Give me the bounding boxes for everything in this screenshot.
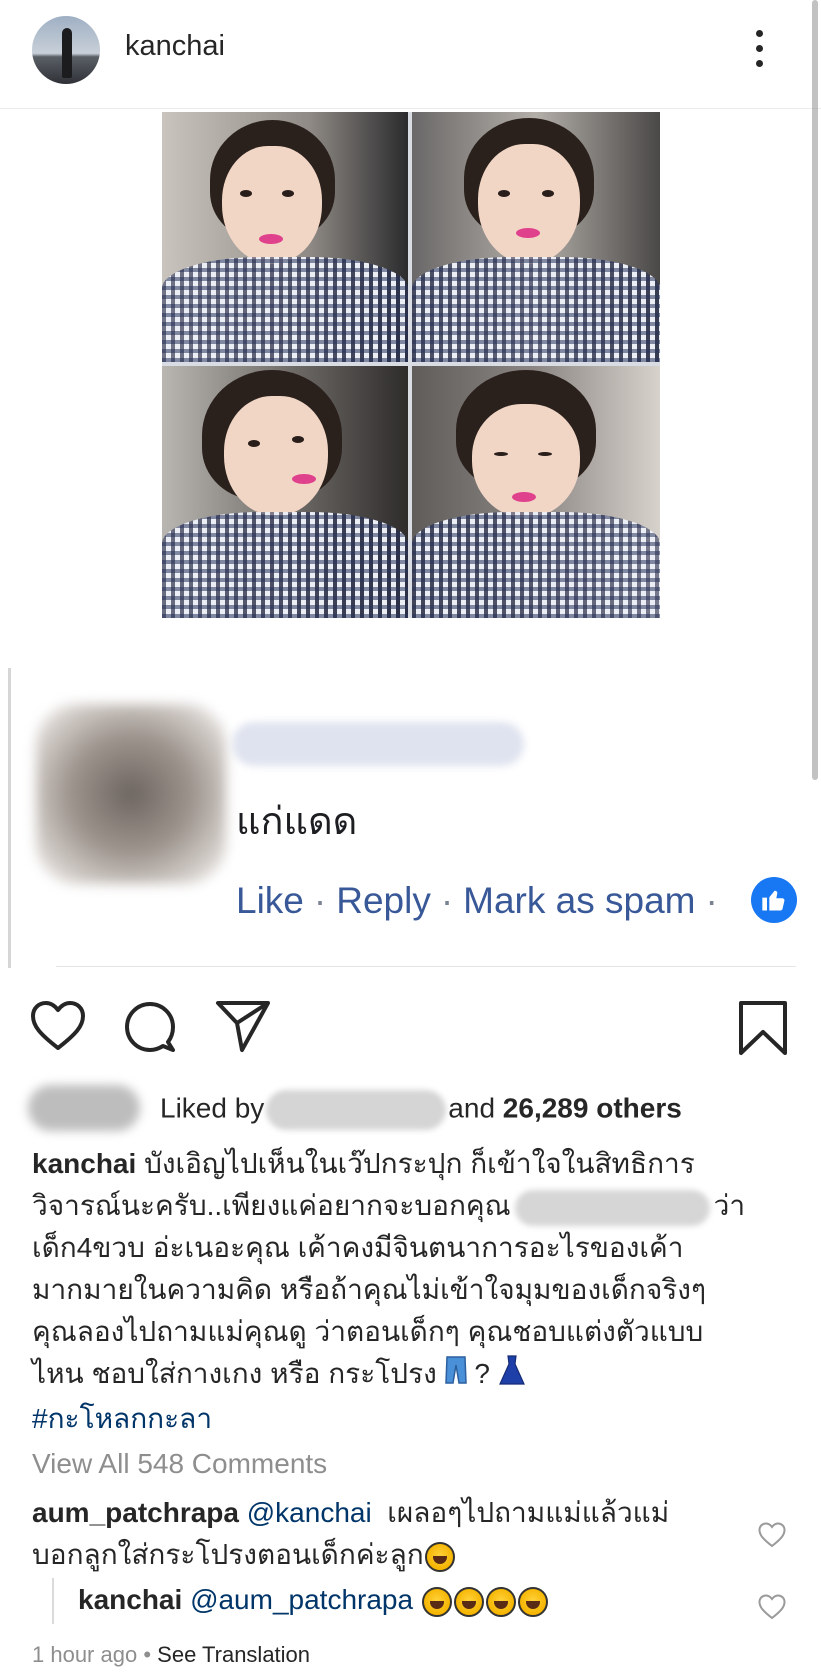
like-thumb-icon — [751, 877, 797, 923]
fb-comment-actions: Like · Reply · Mark as spam · — [236, 880, 718, 921]
hashtag-link[interactable]: #กะโหลกกะลา — [32, 1403, 212, 1434]
comment-text: บอกลูกใส่กระโปรงตอนเด็กค่ะลูก — [32, 1539, 424, 1570]
fb-spam-link: Mark as spam — [463, 880, 696, 921]
likes-count[interactable]: 26,289 others — [503, 1092, 682, 1123]
see-translation-link[interactable]: See Translation — [157, 1642, 310, 1667]
caption-username[interactable]: kanchai — [32, 1148, 136, 1179]
comment-like-heart-icon[interactable] — [758, 1594, 786, 1625]
laughing-emoji — [424, 1541, 455, 1572]
comment-username[interactable]: kanchai — [78, 1584, 182, 1615]
likes-connector: and — [448, 1092, 496, 1124]
likes-summary[interactable]: Liked by and 26,289 others — [160, 1090, 682, 1130]
scrollbar[interactable] — [812, 0, 818, 780]
comment-text: เผลอๆไปถามแม่แล้วแม่ — [387, 1497, 670, 1528]
blurred-avatar — [36, 704, 226, 884]
post-caption: kanchai บังเอิญไปเห็นในเว๊ปกระปุก ก็เข้า… — [32, 1143, 792, 1440]
heart-icon[interactable] — [30, 1000, 86, 1057]
likes-prefix: Liked by — [160, 1092, 265, 1124]
fb-reply-link: Reply — [336, 880, 431, 921]
fb-like-link: Like — [236, 880, 304, 921]
caption-line: วิจารณ์นะครับ..เพียงแค่อยากจะบอกคุณ — [32, 1190, 511, 1221]
post-image[interactable] — [162, 112, 660, 618]
photo-tile — [412, 366, 660, 618]
separator: • — [143, 1642, 152, 1667]
mention-link[interactable]: @kanchai — [247, 1497, 372, 1528]
comment-item: kanchai @aum_patchrapa — [78, 1584, 549, 1617]
dress-emoji — [498, 1354, 526, 1398]
laughing-emoji — [485, 1586, 516, 1617]
caption-line: มากมายในความคิด หรือถ้าคุณไม่เข้าใจมุมขอ… — [32, 1274, 707, 1305]
caption-line: ไหน ชอบใส่กางเกง หรือ กระโปรง — [32, 1358, 437, 1389]
bookmark-icon[interactable] — [738, 1000, 788, 1061]
blurred-name — [514, 1189, 710, 1226]
reply-indent-bar — [52, 1578, 54, 1624]
post-timestamp: 1 hour ago • See Translation — [32, 1642, 310, 1668]
fb-comment-text: แก่แดด — [236, 801, 358, 843]
photo-tile — [162, 366, 408, 618]
blurred-liker-name — [266, 1090, 447, 1130]
photo-tile — [412, 112, 660, 362]
comment-username[interactable]: aum_patchrapa — [32, 1497, 239, 1528]
jeans-emoji — [444, 1355, 467, 1397]
more-icon[interactable] — [752, 26, 766, 72]
laughing-emoji — [453, 1586, 484, 1617]
caption-line: ? — [474, 1358, 490, 1389]
divider — [56, 966, 796, 967]
photo-tile — [162, 112, 408, 362]
avatar[interactable] — [32, 16, 100, 84]
comment-like-heart-icon[interactable] — [758, 1522, 786, 1553]
comment-icon[interactable] — [123, 1000, 177, 1059]
mention-link[interactable]: @aum_patchrapa — [190, 1584, 413, 1615]
caption-line: ว่า — [713, 1190, 746, 1221]
share-icon[interactable] — [214, 998, 272, 1059]
post-header — [0, 0, 821, 109]
quote-bar — [8, 668, 11, 968]
view-all-comments-link[interactable]: View All 548 Comments — [32, 1448, 327, 1480]
laughing-emoji — [421, 1586, 452, 1617]
caption-line: เด็ก4ขวบ อ่ะเนอะคุณ เค้าคงมีจินตนาการอะไ… — [32, 1232, 684, 1263]
blurred-name — [232, 722, 524, 766]
laughing-emoji — [517, 1586, 548, 1617]
post-username[interactable]: kanchai — [125, 30, 225, 63]
caption-line: บังเอิญไปเห็นในเว๊ปกระปุก ก็เข้าใจในสิทธ… — [144, 1148, 695, 1179]
blurred-liker-avatars — [28, 1085, 140, 1131]
time-ago: 1 hour ago — [32, 1642, 138, 1667]
caption-line: คุณลองไปถามแม่คุณดู ว่าตอนเด็กๆ คุณชอบแต… — [32, 1316, 704, 1347]
comment-item: aum_patchrapa @kanchai เผลอๆไปถามแม่แล้ว… — [32, 1492, 742, 1576]
